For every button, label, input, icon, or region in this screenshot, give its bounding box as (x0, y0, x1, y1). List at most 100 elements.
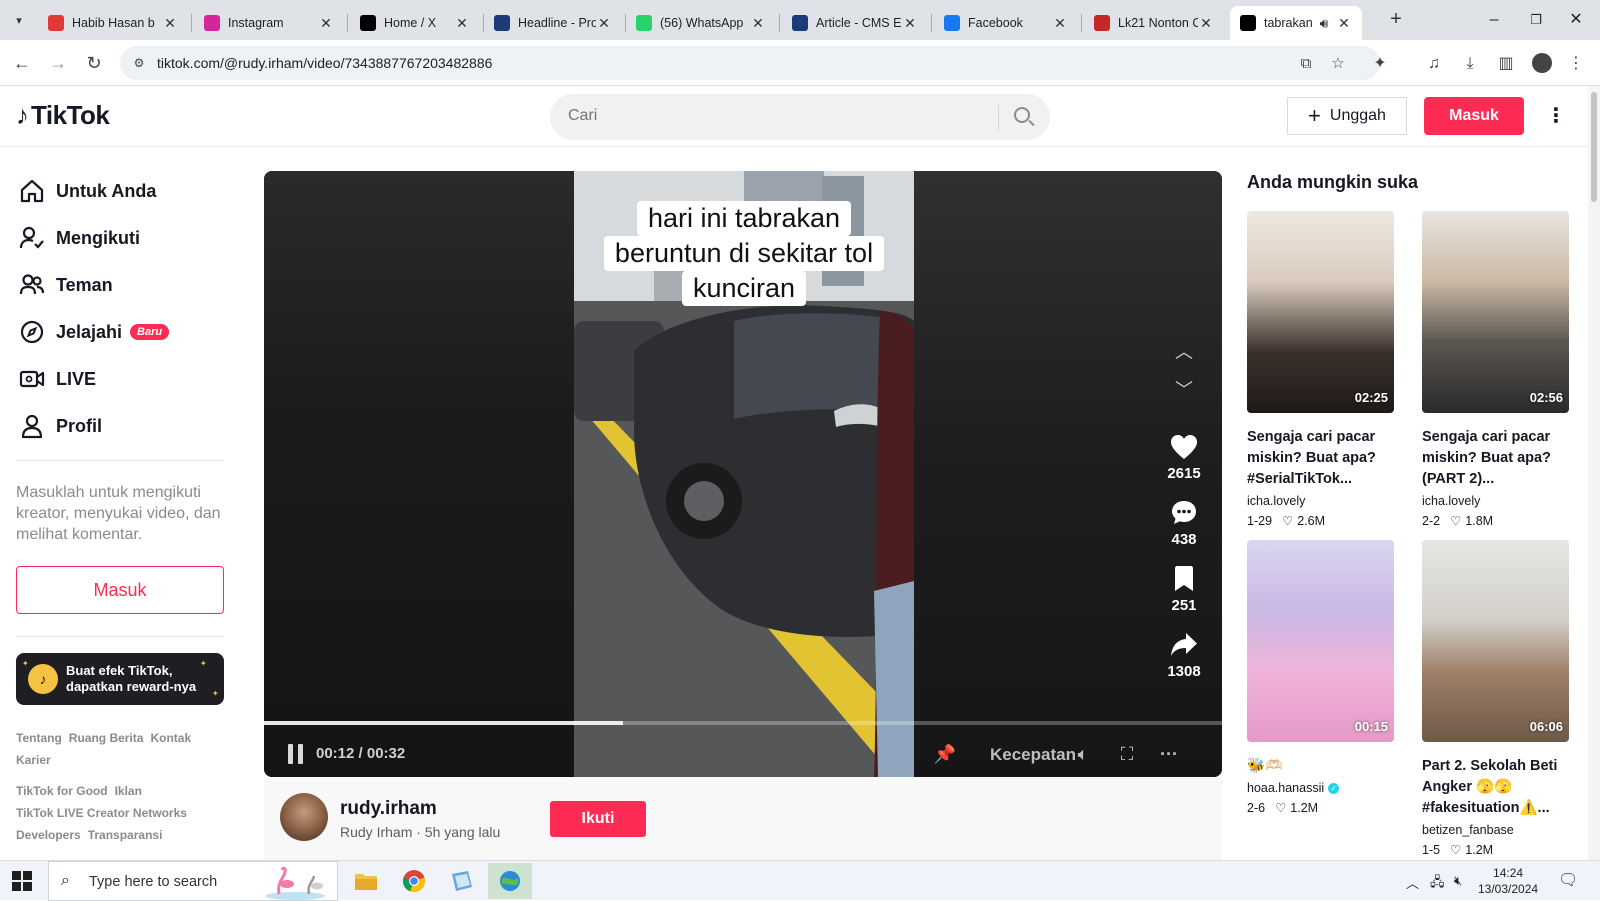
network-icon[interactable]: 🖧 (1430, 873, 1445, 895)
pause-icon[interactable] (288, 744, 306, 764)
close-tab-icon[interactable]: ✕ (1336, 15, 1352, 32)
video-thumbnail[interactable]: 02:56 (1422, 211, 1569, 413)
browser-menu-icon[interactable]: ⋮ (1564, 52, 1588, 76)
fullscreen-icon[interactable]: ⛶ (1114, 741, 1140, 767)
close-tab-icon[interactable]: ✕ (1198, 15, 1214, 32)
windows-start-icon[interactable] (12, 871, 32, 891)
close-window-button[interactable]: ✕ (1556, 6, 1596, 34)
video-thumbnail[interactable]: 00:15 (1247, 540, 1394, 742)
tiktok-logo[interactable]: ♪ TikTok (16, 100, 110, 131)
video-author[interactable]: betizen_fanbase (1422, 823, 1570, 837)
save-action[interactable]: 251 (1164, 563, 1204, 614)
previous-video-chevron-up-icon[interactable]: ︿ (1166, 334, 1202, 370)
browser-tab[interactable]: Instagram ✕ (194, 6, 344, 40)
effect-promo-banner[interactable]: ♪ Buat efek TikTok, dapatkan reward-nya … (16, 653, 224, 705)
site-info-icon[interactable]: ⚙ (130, 54, 148, 72)
recommended-video-card[interactable]: 00:15 🐝🫶🏻 hoaa.hanassii ✓ 2-6 ♡ 1.2M (1247, 540, 1395, 815)
video-title[interactable]: Sengaja cari pacar miskin? Buat apa? #Se… (1247, 427, 1395, 490)
more-icon[interactable]: ··· (1156, 741, 1182, 767)
sidebar-item-friends[interactable]: Teman (18, 267, 113, 303)
like-action[interactable]: 2615 (1164, 431, 1204, 482)
follow-button[interactable]: Ikuti (550, 801, 646, 837)
video-title[interactable]: Part 2. Sekolah Beti Angker 🫣🫣 #fakesitu… (1422, 756, 1570, 819)
upload-button[interactable]: + Unggah (1287, 97, 1407, 135)
browser-tab[interactable]: Habib Hasan b ✕ (38, 6, 188, 40)
reload-button[interactable]: ↻ (82, 51, 106, 75)
footer-link[interactable]: Developers (16, 828, 81, 842)
video-frame[interactable]: hari ini tabrakan beruntun di sekitar to… (574, 171, 914, 777)
taskbar-active-app-icon[interactable] (488, 863, 532, 899)
sidebar-login-button[interactable]: Masuk (16, 566, 224, 614)
speed-button[interactable]: Kecepatan (990, 745, 1076, 765)
close-tab-icon[interactable]: ✕ (318, 15, 334, 32)
media-controls-icon[interactable]: ♫ (1422, 52, 1446, 76)
more-options-icon[interactable]: ⋮ (1546, 103, 1566, 129)
taskbar-clock[interactable]: 14:24 13/03/2024 (1478, 865, 1538, 897)
video-progress-bar[interactable] (264, 721, 1222, 725)
maximize-button[interactable]: ❐ (1516, 6, 1556, 34)
browser-tab[interactable]: tabrakan b🔊︎✕ (1230, 6, 1362, 40)
taskbar-file-explorer-icon[interactable] (344, 863, 388, 899)
page-scrollbar[interactable] (1588, 86, 1600, 860)
video-author[interactable]: hoaa.hanassii ✓ (1247, 781, 1395, 795)
next-video-chevron-down-icon[interactable]: ﹀ (1166, 372, 1202, 408)
footer-link[interactable]: Tentang (16, 731, 62, 745)
video-thumbnail[interactable]: 06:06 (1422, 540, 1569, 742)
close-tab-icon[interactable]: ✕ (162, 15, 178, 32)
footer-link[interactable]: Karier (16, 753, 51, 767)
video-author[interactable]: icha.lovely (1422, 494, 1570, 508)
new-tab-button[interactable]: + (1384, 8, 1408, 32)
profile-avatar-icon[interactable] (1532, 53, 1552, 73)
video-title[interactable]: 🐝🫶🏻 (1247, 756, 1395, 777)
taskbar-app-icon[interactable] (440, 863, 484, 899)
volume-muted-icon[interactable]: 🔇︎ (1454, 873, 1462, 889)
footer-link[interactable]: Transparansi (88, 828, 163, 842)
download-icon[interactable]: ⤓ (1458, 52, 1482, 76)
sidebar-item-live[interactable]: LIVE (18, 361, 96, 397)
tab-audio-icon[interactable]: 🔊︎ (1316, 15, 1332, 32)
minimize-button[interactable]: – (1474, 6, 1514, 34)
video-thumbnail[interactable]: 02:25 (1247, 211, 1394, 413)
recommended-video-card[interactable]: 02:25 Sengaja cari pacar miskin? Buat ap… (1247, 211, 1395, 528)
address-bar[interactable]: ⚙ tiktok.com/@rudy.irham/video/734388776… (120, 46, 1380, 80)
avatar[interactable] (280, 793, 328, 841)
video-player[interactable]: hari ini tabrakan beruntun di sekitar to… (264, 171, 1222, 777)
search-button[interactable] (1008, 104, 1038, 130)
browser-tab[interactable]: Lk21 Nonton C ✕ (1084, 6, 1224, 40)
comment-action[interactable]: 438 (1164, 497, 1204, 548)
taskbar-search-box[interactable]: ⌕ Type here to search (48, 861, 338, 901)
volume-icon[interactable]: 🔈︎ (1070, 741, 1096, 767)
sidebar-item-explore[interactable]: Jelajahi Baru (18, 314, 170, 350)
sidebar-item-following[interactable]: Mengikuti (18, 220, 140, 256)
login-button[interactable]: Masuk (1424, 97, 1524, 135)
taskbar-chrome-icon[interactable] (392, 863, 436, 899)
author-username[interactable]: rudy.irham (340, 798, 437, 820)
video-title[interactable]: Sengaja cari pacar miskin? Buat apa? (PA… (1422, 427, 1570, 490)
footer-link[interactable]: Kontak (150, 731, 191, 745)
share-action[interactable]: 1308 (1164, 629, 1204, 680)
sidebar-item-profile[interactable]: Profil (18, 408, 102, 444)
close-tab-icon[interactable]: ✕ (902, 15, 918, 32)
close-tab-icon[interactable]: ✕ (596, 15, 612, 32)
close-tab-icon[interactable]: ✕ (454, 15, 470, 32)
footer-link[interactable]: Ruang Berita (69, 731, 144, 745)
browser-tab[interactable]: (56) WhatsApp ✕ (626, 6, 776, 40)
notifications-icon[interactable]: 🗨︎ (1558, 870, 1578, 890)
recommended-video-card[interactable]: 06:06 Part 2. Sekolah Beti Angker 🫣🫣 #fa… (1422, 540, 1570, 857)
close-tab-icon[interactable]: ✕ (750, 15, 766, 32)
video-author[interactable]: icha.lovely (1247, 494, 1395, 508)
recommended-video-card[interactable]: 02:56 Sengaja cari pacar miskin? Buat ap… (1422, 211, 1570, 528)
browser-tab[interactable]: Article - CMS E ✕ (782, 6, 928, 40)
show-hidden-icons-chevron-icon[interactable]: ︿ (1406, 873, 1419, 892)
back-button[interactable]: ← (10, 51, 34, 75)
extensions-icon[interactable]: ✦ (1368, 52, 1392, 76)
sidebar-item-for-you[interactable]: Untuk Anda (18, 173, 156, 209)
search-input[interactable] (568, 107, 968, 125)
forward-button[interactable]: → (46, 51, 70, 75)
footer-link[interactable]: TikTok LIVE Creator Networks (16, 806, 187, 820)
browser-tab[interactable]: Headline - Pro ✕ (484, 6, 622, 40)
browser-tab[interactable]: Home / X ✕ (350, 6, 480, 40)
browser-tab[interactable]: Facebook ✕ (934, 6, 1078, 40)
install-app-icon[interactable]: ⧉ (1296, 54, 1316, 74)
bookmark-star-icon[interactable]: ☆ (1328, 54, 1348, 74)
